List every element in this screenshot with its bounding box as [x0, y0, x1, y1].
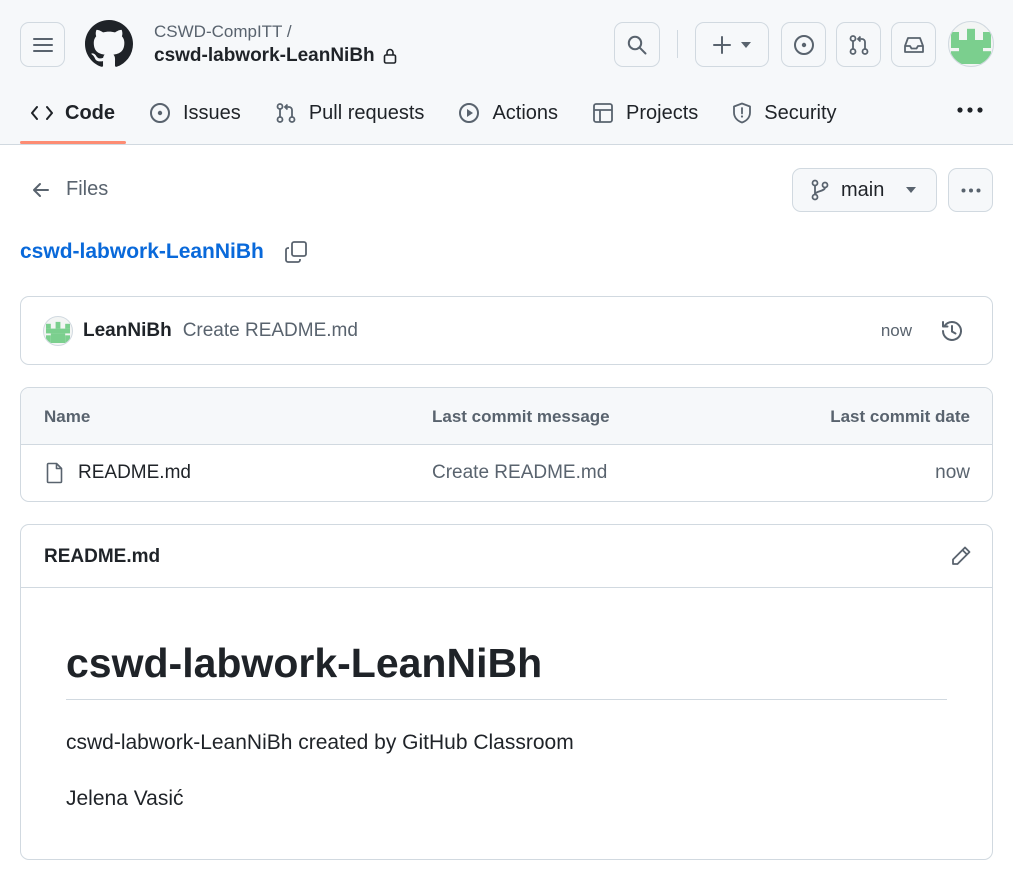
git-pull-request-icon	[849, 34, 868, 55]
file-commit-message[interactable]: Create README.md	[432, 462, 607, 484]
more-options-button[interactable]	[948, 168, 993, 212]
menu-button[interactable]	[20, 22, 65, 67]
tab-pull-requests[interactable]: Pull requests	[264, 90, 436, 136]
kebab-horizontal-icon	[961, 188, 980, 192]
shield-icon	[733, 102, 752, 124]
issue-opened-icon	[793, 34, 814, 55]
tabs-overflow-button[interactable]	[950, 94, 990, 126]
identicon-avatar	[951, 28, 991, 64]
hamburger-icon	[32, 37, 53, 52]
copy-icon[interactable]	[284, 240, 308, 264]
tab-code[interactable]: Code	[20, 90, 126, 144]
header-divider	[677, 30, 678, 58]
repo-title: cswd-labwork-LeanNiBh	[20, 240, 308, 264]
repo-nav-tabs: Code Issues Pull requests Actions Projec…	[20, 90, 860, 144]
inbox-icon	[903, 36, 924, 53]
arrow-left-icon	[33, 182, 49, 197]
repo-title-link[interactable]: cswd-labwork-LeanNiBh	[20, 240, 264, 264]
create-new-button[interactable]	[695, 22, 769, 67]
column-header-date: Last commit date	[830, 407, 970, 426]
tab-projects[interactable]: Projects	[581, 90, 709, 136]
tab-label: Security	[764, 101, 837, 124]
latest-commit-box: LeanNiBh Create README.md now	[20, 296, 993, 365]
file-name-cell: README.md	[46, 462, 191, 484]
kebab-horizontal-icon	[957, 107, 983, 113]
search-icon	[627, 35, 647, 54]
lock-icon	[383, 48, 396, 64]
readme-heading: cswd-labwork-LeanNiBh	[66, 640, 947, 700]
file-name-link[interactable]: README.md	[78, 462, 191, 484]
repo-name[interactable]: cswd-labwork-LeanNiBh	[154, 45, 375, 67]
branch-select-button[interactable]: main	[792, 168, 937, 212]
column-header-name: Name	[44, 407, 91, 426]
pencil-icon[interactable]	[950, 545, 972, 567]
commit-time: now	[880, 320, 912, 340]
issues-button[interactable]	[781, 22, 826, 67]
tab-label: Code	[65, 101, 115, 124]
commit-message[interactable]: Create README.md	[183, 320, 358, 342]
files-table: Name Last commit message Last commit dat…	[20, 387, 993, 502]
caret-down-icon	[741, 41, 751, 48]
readme-paragraph: cswd-labwork-LeanNiBh created by GitHub …	[66, 731, 574, 754]
search-button[interactable]	[614, 22, 660, 67]
table-row[interactable]: README.md Create README.md now	[21, 445, 992, 501]
identicon-avatar	[46, 321, 70, 343]
code-icon	[31, 106, 53, 120]
readme-header: README.md	[21, 525, 992, 588]
global-header: CSWD-CompITT / cswd-labwork-LeanNiBh Cod…	[0, 0, 1013, 145]
issue-opened-icon	[150, 103, 170, 123]
breadcrumb-owner[interactable]: CSWD-CompITT /	[154, 22, 292, 42]
git-pull-request-icon	[276, 103, 296, 123]
table-header: Name Last commit message Last commit dat…	[21, 388, 992, 445]
files-label: Files	[66, 178, 109, 200]
table-icon	[593, 103, 613, 123]
user-avatar[interactable]	[948, 21, 994, 67]
tab-label: Actions	[492, 101, 559, 124]
tab-label: Issues	[183, 101, 241, 124]
tab-label: Pull requests	[308, 101, 425, 124]
plus-icon	[713, 35, 731, 54]
column-header-message: Last commit message	[432, 407, 610, 426]
play-icon	[459, 103, 480, 123]
pull-requests-button[interactable]	[836, 22, 881, 67]
readme-filename[interactable]: README.md	[44, 546, 160, 568]
caret-down-icon	[906, 187, 917, 193]
commit-author[interactable]: LeanNiBh	[83, 320, 172, 342]
file-commit-date: now	[935, 462, 970, 483]
branch-name: main	[841, 178, 885, 201]
history-icon[interactable]	[940, 319, 964, 343]
tab-security[interactable]: Security	[721, 90, 847, 136]
file-icon	[46, 462, 63, 484]
readme-panel: README.md cswd-labwork-LeanNiBh cswd-lab…	[20, 524, 993, 860]
tab-label: Projects	[626, 101, 699, 124]
git-branch-icon	[811, 179, 829, 201]
inbox-button[interactable]	[891, 22, 936, 67]
github-logo-icon[interactable]	[85, 20, 133, 68]
tab-actions[interactable]: Actions	[447, 90, 569, 136]
files-back-link[interactable]: Files	[32, 178, 108, 201]
readme-paragraph: Jelena Vasić	[66, 787, 184, 810]
breadcrumb-repo[interactable]: cswd-labwork-LeanNiBh	[154, 45, 397, 67]
tab-issues[interactable]: Issues	[138, 90, 252, 136]
avatar[interactable]	[43, 315, 73, 346]
